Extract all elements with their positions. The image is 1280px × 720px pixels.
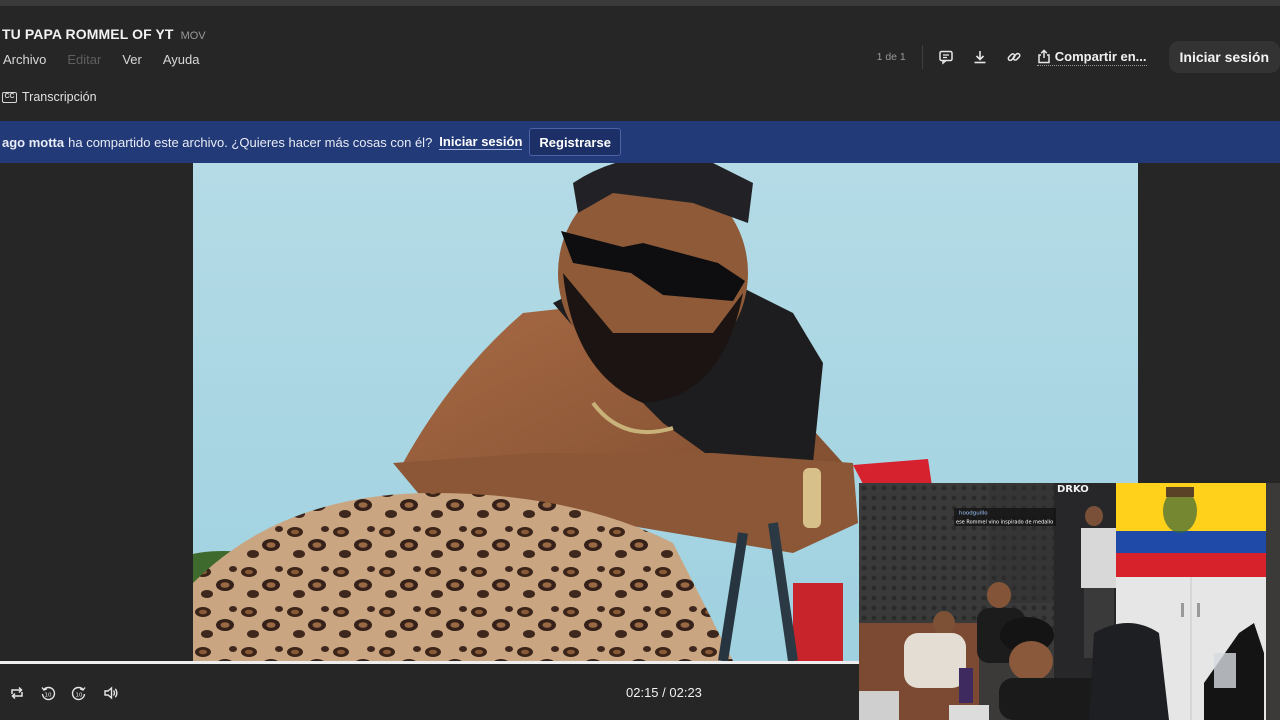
- overlay-chat-user: hoodguillo: [959, 511, 988, 517]
- webcam-overlay-image: hoodguillo ese Rommel vino inspirado de …: [859, 483, 1280, 720]
- share-label: Compartir en...: [1054, 48, 1147, 64]
- forward-10-icon[interactable]: 10: [68, 682, 90, 704]
- overlay-logo: DRKO: [1057, 484, 1089, 495]
- loop-icon[interactable]: [6, 682, 28, 704]
- file-title: TU PAPA ROMMEL OF YT: [2, 26, 174, 42]
- transcript-label: Transcripción: [22, 90, 97, 104]
- menu-item-ayuda[interactable]: Ayuda: [163, 52, 200, 67]
- register-button[interactable]: Registrarse: [529, 128, 621, 156]
- toolbar-right: 1 de 1 Compartir en... Iniciar sesión: [876, 41, 1280, 73]
- sharer-name: ago motta: [2, 134, 65, 150]
- banner-login-link[interactable]: Iniciar sesión: [439, 134, 523, 150]
- menu-item-ver[interactable]: Ver: [122, 52, 142, 67]
- playback-time: 02:15 / 02:23: [626, 685, 702, 700]
- rewind-10-icon[interactable]: 10: [37, 682, 59, 704]
- login-button[interactable]: Iniciar sesión: [1168, 41, 1280, 73]
- page-indicator: 1 de 1: [876, 51, 906, 63]
- webcam-overlay: hoodguillo ese Rommel vino inspirado de …: [859, 483, 1280, 720]
- toolbar-divider: [921, 45, 923, 69]
- banner-message: ha compartido este archivo. ¿Quieres hac…: [68, 134, 433, 150]
- volume-icon[interactable]: [100, 682, 122, 704]
- file-title-row: TU PAPA ROMMEL OF YT MOV: [2, 26, 206, 42]
- closed-captions-icon: CC: [2, 91, 17, 103]
- svg-text:10: 10: [45, 693, 52, 699]
- menu-bar: Archivo Editar Ver Ayuda: [3, 52, 199, 67]
- overlay-chat-message: ese Rommel vino inspirado de medallo: [956, 520, 1053, 526]
- link-icon[interactable]: [1003, 46, 1025, 68]
- shared-file-banner: ago motta ha compartido este archivo. ¿Q…: [0, 121, 1280, 163]
- transcript-button[interactable]: CC Transcripción: [2, 90, 97, 104]
- share-icon: [1038, 48, 1050, 63]
- comment-icon[interactable]: [935, 46, 957, 68]
- header-bar: TU PAPA ROMMEL OF YT MOV Archivo Editar …: [0, 6, 1280, 120]
- file-extension: MOV: [180, 30, 206, 42]
- svg-text:10: 10: [76, 693, 83, 699]
- menu-item-archivo[interactable]: Archivo: [3, 52, 46, 67]
- share-button[interactable]: Compartir en...: [1036, 48, 1147, 66]
- download-icon[interactable]: [969, 46, 991, 68]
- menu-item-editar: Editar: [67, 52, 102, 67]
